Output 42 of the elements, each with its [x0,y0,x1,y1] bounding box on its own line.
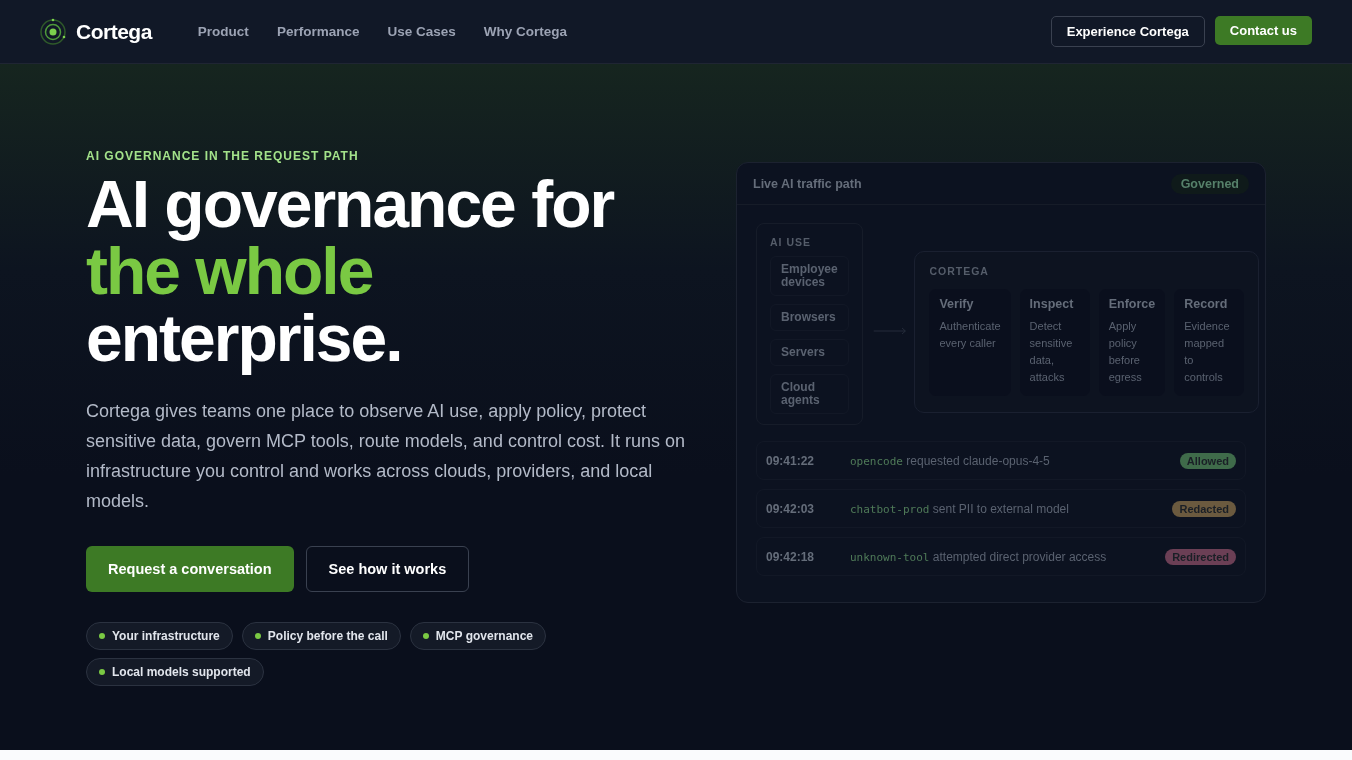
log-time: 09:42:03 [766,501,816,516]
step-text: Authenticate every caller [939,319,1001,351]
log-time: 09:41:22 [766,453,816,468]
nav-link[interactable]: Product [197,24,249,39]
source-item: Browsers [770,304,849,331]
step-title: Enforce [1108,297,1156,311]
step-text: Apply policy before egress [1108,319,1143,385]
experience-button[interactable]: Experience Cortega [1050,16,1205,47]
nav-link[interactable]: Performance [276,24,360,39]
see-how-button[interactable]: See how it works [305,546,470,592]
brand-name[interactable]: Cortega [76,19,152,44]
request-conversation-button[interactable]: Request a conversation [86,546,294,592]
eyebrow-text: AI GOVERNANCE IN THE REQUEST PATH [86,149,360,163]
section-heading: CORTEGA [929,265,990,277]
status-badge: Governed [1170,173,1249,194]
feature-tag: Your infrastructure [86,622,233,650]
feature-tag: MCP governance [409,622,546,650]
status-pill: Allowed [1179,452,1236,469]
step-title: Record [1184,297,1229,311]
step-text: Evidence mapped to controls [1184,319,1231,385]
nav-link[interactable]: Why Cortega [483,24,567,39]
source-item: Servers [770,339,849,366]
status-pill: Redirected [1165,548,1236,565]
source-item: Employee devices [770,256,849,296]
feature-tag: Local models supported [86,658,264,686]
contact-button[interactable]: Contact us [1214,16,1312,45]
step-text: Detect sensitive data, attacks [1029,319,1074,385]
log-message: unknown-tool attempted direct provider access [850,549,1108,564]
section-heading: AI USE [770,236,812,248]
status-pill: Redacted [1172,500,1236,517]
logo-icon [39,17,67,46]
arrow-icon [872,325,907,337]
log-message: chatbot-prod sent PII to external model [850,501,1070,516]
log-time: 09:42:18 [766,549,816,564]
step-title: Verify [939,297,975,311]
panel-title: Live AI traffic path [753,176,862,191]
description-text: Cortega gives teams one place to observe AI use, apply policy, protect sensitive data, govern MCP tools, route models, and control cost. It runs on infrastructure you control and works across clouds, providers, and local models. [86,400,686,513]
step-title: Inspect [1029,297,1075,311]
log-message: opencode requested claude-opus-4-5 [850,453,1051,468]
feature-tag: Policy before the call [241,622,401,650]
source-item: Cloud agents [770,374,849,414]
nav-link[interactable]: Use Cases [387,24,456,39]
